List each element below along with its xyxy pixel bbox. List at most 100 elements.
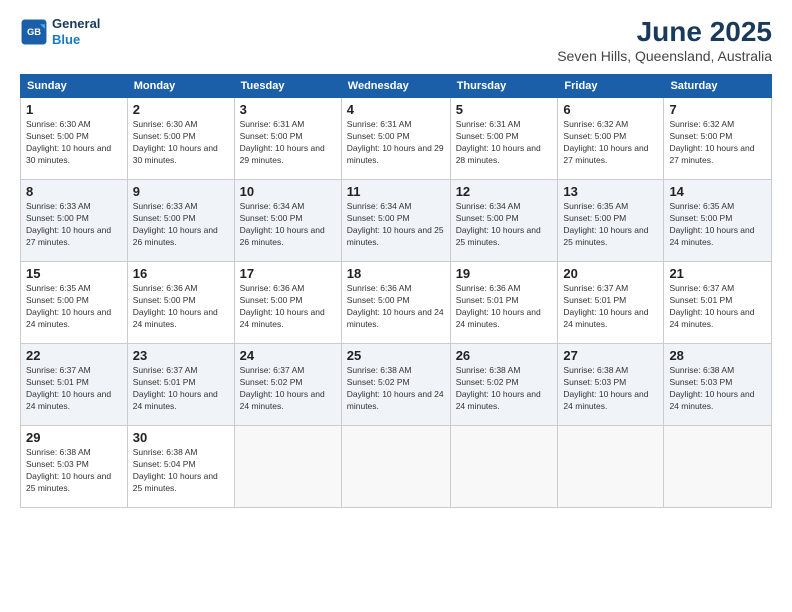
calendar-cell: 29 Sunrise: 6:38 AM Sunset: 5:03 PM Dayl…	[21, 426, 128, 508]
calendar-cell: 24 Sunrise: 6:37 AM Sunset: 5:02 PM Dayl…	[234, 344, 341, 426]
day-number: 15	[26, 266, 122, 281]
day-info: Sunrise: 6:37 AM Sunset: 5:01 PM Dayligh…	[133, 365, 229, 413]
calendar-cell: 15 Sunrise: 6:35 AM Sunset: 5:00 PM Dayl…	[21, 262, 128, 344]
calendar-cell: 16 Sunrise: 6:36 AM Sunset: 5:00 PM Dayl…	[127, 262, 234, 344]
calendar-cell: 12 Sunrise: 6:34 AM Sunset: 5:00 PM Dayl…	[450, 180, 558, 262]
calendar-cell: 6 Sunrise: 6:32 AM Sunset: 5:00 PM Dayli…	[558, 98, 664, 180]
day-info: Sunrise: 6:32 AM Sunset: 5:00 PM Dayligh…	[563, 119, 658, 167]
day-info: Sunrise: 6:33 AM Sunset: 5:00 PM Dayligh…	[133, 201, 229, 249]
day-info: Sunrise: 6:30 AM Sunset: 5:00 PM Dayligh…	[133, 119, 229, 167]
day-info: Sunrise: 6:36 AM Sunset: 5:00 PM Dayligh…	[133, 283, 229, 331]
day-number: 24	[240, 348, 336, 363]
day-number: 4	[347, 102, 445, 117]
day-number: 19	[456, 266, 553, 281]
day-number: 11	[347, 184, 445, 199]
day-info: Sunrise: 6:37 AM Sunset: 5:01 PM Dayligh…	[26, 365, 122, 413]
calendar-cell: 14 Sunrise: 6:35 AM Sunset: 5:00 PM Dayl…	[664, 180, 772, 262]
header-saturday: Saturday	[664, 75, 772, 98]
month-title: June 2025	[557, 16, 772, 48]
calendar-cell: 30 Sunrise: 6:38 AM Sunset: 5:04 PM Dayl…	[127, 426, 234, 508]
day-number: 23	[133, 348, 229, 363]
day-number: 18	[347, 266, 445, 281]
day-number: 20	[563, 266, 658, 281]
day-info: Sunrise: 6:34 AM Sunset: 5:00 PM Dayligh…	[347, 201, 445, 249]
day-number: 30	[133, 430, 229, 445]
calendar-cell	[341, 426, 450, 508]
day-info: Sunrise: 6:38 AM Sunset: 5:04 PM Dayligh…	[133, 447, 229, 495]
calendar-cell: 20 Sunrise: 6:37 AM Sunset: 5:01 PM Dayl…	[558, 262, 664, 344]
calendar-cell: 3 Sunrise: 6:31 AM Sunset: 5:00 PM Dayli…	[234, 98, 341, 180]
day-info: Sunrise: 6:34 AM Sunset: 5:00 PM Dayligh…	[456, 201, 553, 249]
day-info: Sunrise: 6:34 AM Sunset: 5:00 PM Dayligh…	[240, 201, 336, 249]
header: GB General Blue June 2025 Seven Hills, Q…	[20, 16, 772, 64]
day-info: Sunrise: 6:35 AM Sunset: 5:00 PM Dayligh…	[563, 201, 658, 249]
day-info: Sunrise: 6:31 AM Sunset: 5:00 PM Dayligh…	[240, 119, 336, 167]
day-info: Sunrise: 6:33 AM Sunset: 5:00 PM Dayligh…	[26, 201, 122, 249]
day-number: 17	[240, 266, 336, 281]
header-sunday: Sunday	[21, 75, 128, 98]
calendar-cell: 19 Sunrise: 6:36 AM Sunset: 5:01 PM Dayl…	[450, 262, 558, 344]
calendar-cell: 23 Sunrise: 6:37 AM Sunset: 5:01 PM Dayl…	[127, 344, 234, 426]
day-number: 22	[26, 348, 122, 363]
calendar-cell: 18 Sunrise: 6:36 AM Sunset: 5:00 PM Dayl…	[341, 262, 450, 344]
day-number: 3	[240, 102, 336, 117]
header-monday: Monday	[127, 75, 234, 98]
day-info: Sunrise: 6:31 AM Sunset: 5:00 PM Dayligh…	[347, 119, 445, 167]
day-info: Sunrise: 6:31 AM Sunset: 5:00 PM Dayligh…	[456, 119, 553, 167]
day-info: Sunrise: 6:38 AM Sunset: 5:03 PM Dayligh…	[563, 365, 658, 413]
calendar-cell	[234, 426, 341, 508]
calendar-cell: 1 Sunrise: 6:30 AM Sunset: 5:00 PM Dayli…	[21, 98, 128, 180]
calendar-cell: 10 Sunrise: 6:34 AM Sunset: 5:00 PM Dayl…	[234, 180, 341, 262]
day-number: 10	[240, 184, 336, 199]
day-number: 27	[563, 348, 658, 363]
day-info: Sunrise: 6:36 AM Sunset: 5:00 PM Dayligh…	[240, 283, 336, 331]
header-friday: Friday	[558, 75, 664, 98]
day-number: 8	[26, 184, 122, 199]
day-number: 6	[563, 102, 658, 117]
logo: GB General Blue	[20, 16, 100, 47]
logo-line2: Blue	[52, 32, 100, 48]
svg-text:GB: GB	[27, 27, 41, 37]
day-info: Sunrise: 6:30 AM Sunset: 5:00 PM Dayligh…	[26, 119, 122, 167]
day-info: Sunrise: 6:36 AM Sunset: 5:00 PM Dayligh…	[347, 283, 445, 331]
day-number: 9	[133, 184, 229, 199]
calendar-cell: 4 Sunrise: 6:31 AM Sunset: 5:00 PM Dayli…	[341, 98, 450, 180]
calendar-cell: 21 Sunrise: 6:37 AM Sunset: 5:01 PM Dayl…	[664, 262, 772, 344]
calendar-cell: 11 Sunrise: 6:34 AM Sunset: 5:00 PM Dayl…	[341, 180, 450, 262]
calendar-cell: 8 Sunrise: 6:33 AM Sunset: 5:00 PM Dayli…	[21, 180, 128, 262]
logo-line1: General	[52, 16, 100, 32]
day-number: 7	[669, 102, 766, 117]
calendar-week-3: 15 Sunrise: 6:35 AM Sunset: 5:00 PM Dayl…	[21, 262, 772, 344]
day-number: 28	[669, 348, 766, 363]
calendar-cell: 25 Sunrise: 6:38 AM Sunset: 5:02 PM Dayl…	[341, 344, 450, 426]
day-number: 16	[133, 266, 229, 281]
day-info: Sunrise: 6:38 AM Sunset: 5:02 PM Dayligh…	[456, 365, 553, 413]
day-info: Sunrise: 6:35 AM Sunset: 5:00 PM Dayligh…	[669, 201, 766, 249]
calendar-cell: 2 Sunrise: 6:30 AM Sunset: 5:00 PM Dayli…	[127, 98, 234, 180]
day-info: Sunrise: 6:37 AM Sunset: 5:02 PM Dayligh…	[240, 365, 336, 413]
calendar-cell: 26 Sunrise: 6:38 AM Sunset: 5:02 PM Dayl…	[450, 344, 558, 426]
day-info: Sunrise: 6:35 AM Sunset: 5:00 PM Dayligh…	[26, 283, 122, 331]
calendar-header-row: Sunday Monday Tuesday Wednesday Thursday…	[21, 75, 772, 98]
day-number: 25	[347, 348, 445, 363]
day-info: Sunrise: 6:32 AM Sunset: 5:00 PM Dayligh…	[669, 119, 766, 167]
calendar-cell: 5 Sunrise: 6:31 AM Sunset: 5:00 PM Dayli…	[450, 98, 558, 180]
calendar-cell: 22 Sunrise: 6:37 AM Sunset: 5:01 PM Dayl…	[21, 344, 128, 426]
calendar-week-1: 1 Sunrise: 6:30 AM Sunset: 5:00 PM Dayli…	[21, 98, 772, 180]
day-number: 13	[563, 184, 658, 199]
day-info: Sunrise: 6:38 AM Sunset: 5:02 PM Dayligh…	[347, 365, 445, 413]
header-thursday: Thursday	[450, 75, 558, 98]
header-tuesday: Tuesday	[234, 75, 341, 98]
calendar-cell: 9 Sunrise: 6:33 AM Sunset: 5:00 PM Dayli…	[127, 180, 234, 262]
location-title: Seven Hills, Queensland, Australia	[557, 48, 772, 64]
calendar-cell	[664, 426, 772, 508]
calendar-cell	[450, 426, 558, 508]
title-section: June 2025 Seven Hills, Queensland, Austr…	[557, 16, 772, 64]
day-info: Sunrise: 6:38 AM Sunset: 5:03 PM Dayligh…	[26, 447, 122, 495]
calendar-cell: 27 Sunrise: 6:38 AM Sunset: 5:03 PM Dayl…	[558, 344, 664, 426]
calendar-cell	[558, 426, 664, 508]
calendar-week-2: 8 Sunrise: 6:33 AM Sunset: 5:00 PM Dayli…	[21, 180, 772, 262]
day-info: Sunrise: 6:38 AM Sunset: 5:03 PM Dayligh…	[669, 365, 766, 413]
calendar-cell: 28 Sunrise: 6:38 AM Sunset: 5:03 PM Dayl…	[664, 344, 772, 426]
day-number: 29	[26, 430, 122, 445]
